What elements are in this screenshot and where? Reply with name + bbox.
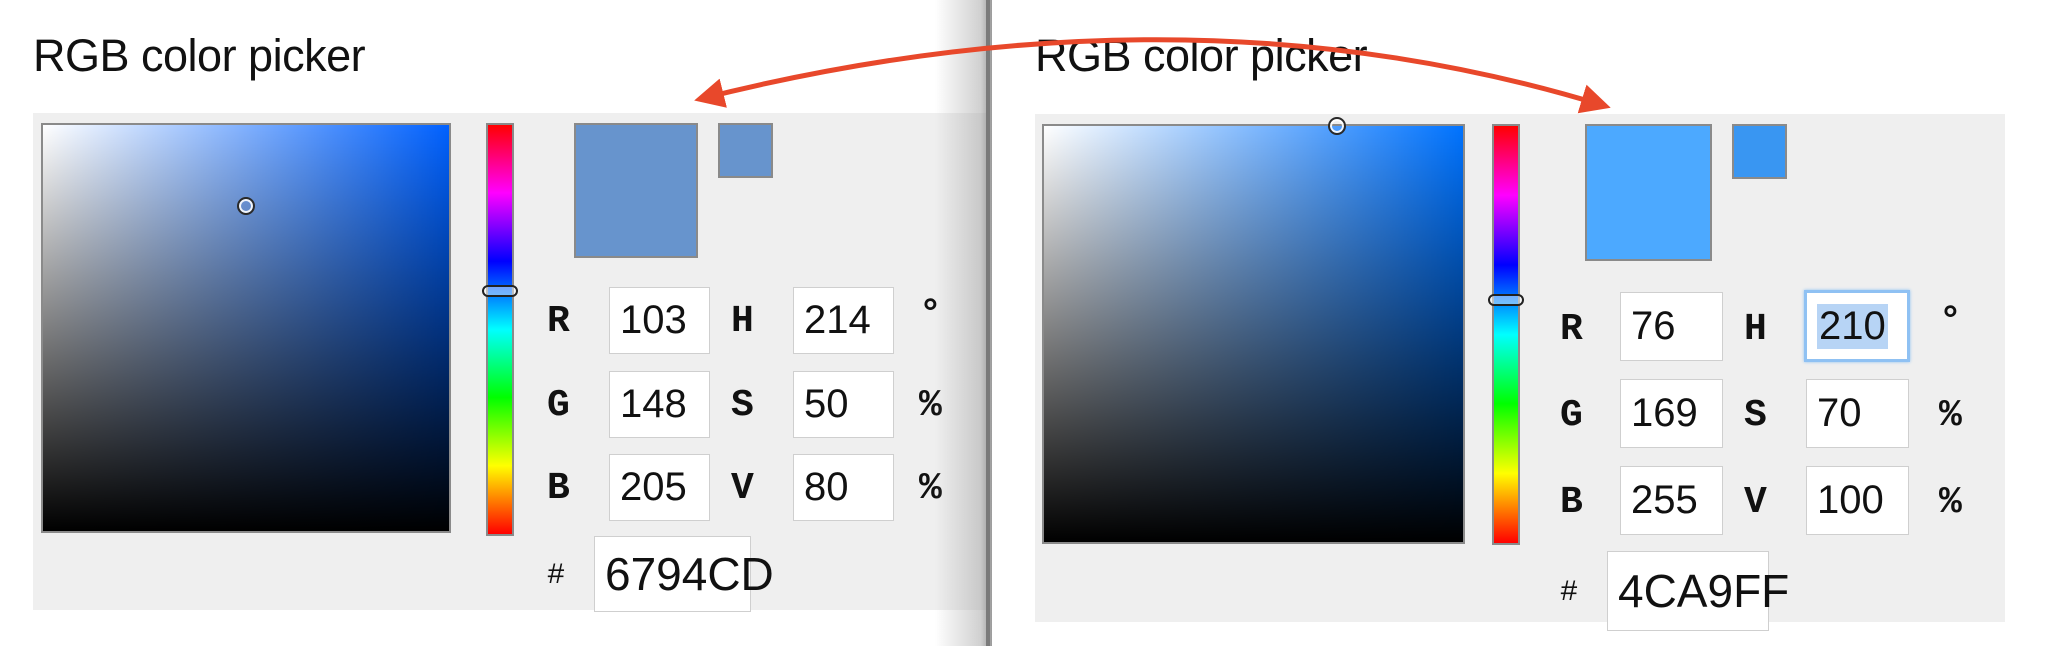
unit-percent-s: %: [1939, 394, 1962, 437]
label-v: V: [731, 467, 754, 510]
sv-black-gradient: [43, 125, 449, 531]
hex-label: #: [547, 559, 566, 593]
sv-cursor-handle[interactable]: [1328, 117, 1347, 135]
label-g: G: [547, 384, 570, 427]
label-b: B: [547, 467, 570, 510]
field-r[interactable]: 76: [1620, 292, 1723, 361]
hue-slider[interactable]: [1488, 124, 1524, 545]
label-b: B: [1560, 481, 1583, 524]
field-s[interactable]: 70: [1806, 379, 1909, 448]
unit-percent-v: %: [1939, 481, 1962, 524]
saturation-value-square[interactable]: [1042, 117, 1465, 544]
picker-title: RGB color picker: [33, 30, 366, 81]
field-h[interactable]: 214: [793, 287, 894, 354]
field-r[interactable]: 103: [609, 287, 710, 354]
field-v[interactable]: 80: [793, 454, 894, 521]
label-s: S: [1744, 394, 1767, 437]
hex-field[interactable]: 4CA9FF: [1607, 551, 1789, 631]
field-v[interactable]: 100: [1806, 466, 1909, 535]
screenshot-divider: [986, 0, 990, 646]
picker-panel: R 103 H 214 ° G 148 S 50 % B 205 V 80 % …: [33, 113, 987, 612]
field-g[interactable]: 169: [1620, 379, 1723, 448]
unit-degree: °: [1939, 301, 1962, 344]
label-g: G: [1560, 394, 1583, 437]
picker-panel: R 76 H 210 ° G 169 S 70 % B 255 V 100 % …: [1035, 114, 2005, 631]
label-r: R: [547, 300, 570, 343]
field-h-selected-text[interactable]: 210: [1817, 303, 1888, 349]
label-h: H: [731, 300, 754, 343]
field-b[interactable]: 255: [1620, 466, 1723, 535]
left-color-picker-screenshot: RGB color picker R 103 H 214 ° G 148 S 5…: [0, 0, 987, 646]
color-preview-small: [718, 123, 773, 178]
hue-slider-handle[interactable]: [482, 284, 518, 297]
label-v: V: [1744, 481, 1767, 524]
label-r: R: [1560, 308, 1583, 351]
hex-field[interactable]: 6794CD: [594, 536, 774, 612]
color-preview-small: [1732, 124, 1787, 179]
page-fold-shadow: [935, 0, 992, 646]
color-preview-large: [1585, 124, 1712, 261]
label-h: H: [1744, 308, 1767, 351]
field-h[interactable]: 210: [1804, 290, 1910, 362]
picker-title: RGB color picker: [1035, 30, 1368, 81]
sv-black-gradient: [1044, 126, 1463, 542]
color-preview-large: [574, 123, 698, 258]
field-g[interactable]: 148: [609, 371, 710, 438]
sv-cursor-handle[interactable]: [237, 197, 255, 216]
hex-label: #: [1560, 576, 1579, 610]
right-color-picker-screenshot: RGB color picker R 76 H 210 ° G 169 S 70…: [995, 0, 2052, 646]
hue-slider-handle[interactable]: [1488, 293, 1524, 306]
field-s[interactable]: 50: [793, 371, 894, 438]
hue-slider[interactable]: [482, 123, 518, 536]
field-b[interactable]: 205: [609, 454, 710, 521]
label-s: S: [731, 384, 754, 427]
saturation-value-square[interactable]: [41, 123, 451, 533]
